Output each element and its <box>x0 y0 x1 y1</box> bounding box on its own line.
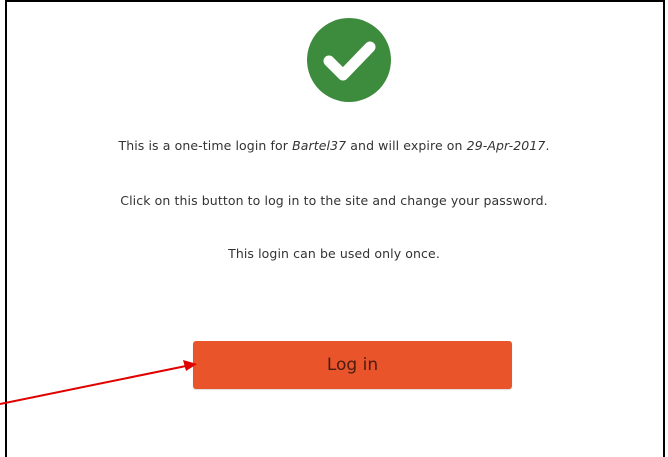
frame-border-right <box>663 0 665 457</box>
expiry-message-suffix: . <box>545 138 550 153</box>
username: Bartel37 <box>292 138 347 153</box>
frame-border-left <box>5 0 7 457</box>
instruction-message: Click on this button to log in to the si… <box>120 193 548 208</box>
expiry-message-mid: and will expire on <box>346 138 467 153</box>
one-time-notice: This login can be used only once. <box>228 246 440 261</box>
expiry-date: 29-Apr-2017 <box>466 138 546 153</box>
expiry-message: This is a one-time login for Bartel37 an… <box>20 138 648 153</box>
login-page: This is a one-time login for Bartel37 an… <box>0 0 668 457</box>
expiry-message-prefix: This is a one-time login for <box>118 138 293 153</box>
login-button[interactable]: Log in <box>193 341 512 389</box>
frame-border-top <box>5 0 665 2</box>
check-circle-icon <box>307 18 391 102</box>
